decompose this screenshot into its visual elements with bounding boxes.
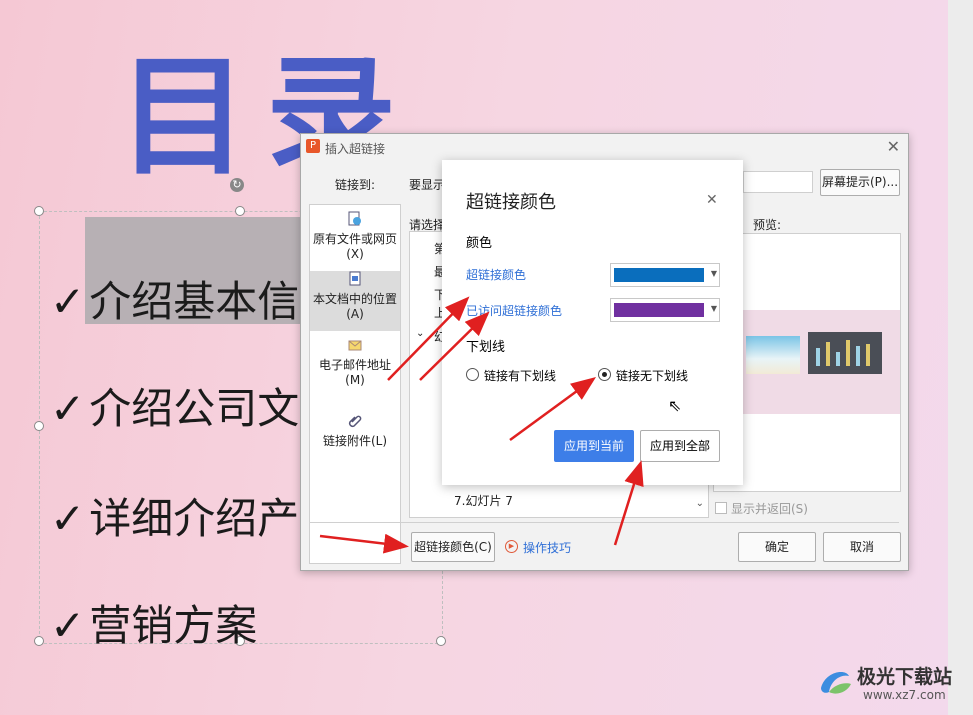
arrow bbox=[509, 377, 597, 442]
watermark-url: www.xz7.com bbox=[863, 688, 946, 702]
annotation-arrows bbox=[319, 296, 644, 554]
arrow bbox=[419, 311, 490, 381]
arrow bbox=[613, 460, 644, 546]
arrow bbox=[387, 296, 470, 381]
watermark-brand: 极光下载站 bbox=[857, 666, 953, 688]
watermark-logo-icon bbox=[821, 672, 851, 694]
arrow bbox=[319, 533, 409, 554]
